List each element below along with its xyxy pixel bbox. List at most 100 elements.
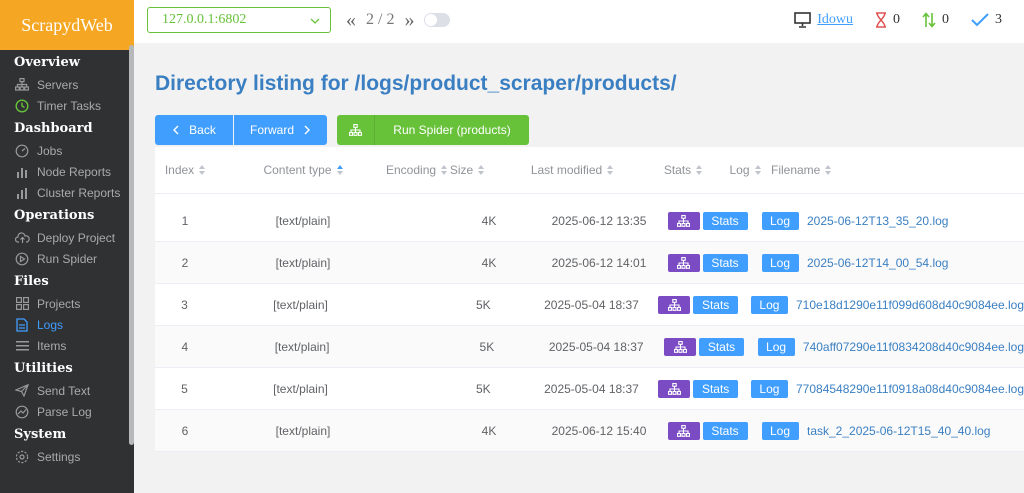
cell-last-modified: 2025-05-04 18:37 xyxy=(548,339,644,354)
header-label: Last modified xyxy=(530,163,603,177)
header-label: Filename xyxy=(771,163,821,177)
sidebar-item-label: Logs xyxy=(37,317,64,332)
sitemap-icon xyxy=(667,298,681,311)
stats-button[interactable]: Stats xyxy=(693,379,739,398)
sidebar-item-projects[interactable]: Projects xyxy=(0,293,134,314)
back-button[interactable]: Back xyxy=(155,115,233,145)
cell-stats: Stats xyxy=(660,421,755,440)
sidebar-group-dashboard: Dashboard xyxy=(14,121,93,136)
sidebar-item-label: Jobs xyxy=(37,143,63,158)
sidebar-item-label: Node Reports xyxy=(37,164,112,179)
prev-node-button[interactable]: « xyxy=(346,10,356,30)
sidebar-scrollbar[interactable] xyxy=(129,45,134,445)
column-header-stats[interactable]: Stats xyxy=(647,163,719,177)
cell-last-modified: 2025-06-12 13:35 xyxy=(551,213,647,228)
cell-filename: 710e18d1290e11f099d608d40c9084ee.log xyxy=(794,298,1024,312)
sidebar-item-label: Settings xyxy=(37,449,81,464)
sidebar-item-timer-tasks[interactable]: Timer Tasks xyxy=(0,95,134,116)
log-button[interactable]: Log xyxy=(757,337,795,356)
header-label: Stats xyxy=(663,163,692,177)
stats-graph-button[interactable] xyxy=(667,253,700,272)
running-status[interactable]: 0 xyxy=(922,12,949,28)
stats-graph-button[interactable] xyxy=(667,421,700,440)
table-row: 1 [text/plain] 4K 2025-06-12 13:35 Stats… xyxy=(155,200,1024,242)
sidebar-item-jobs[interactable]: Jobs xyxy=(0,140,134,161)
cell-index: 2 xyxy=(181,255,189,270)
column-header-filename[interactable]: Filename xyxy=(771,163,1024,177)
node-count: 2 / 2 xyxy=(366,11,395,28)
stats-button[interactable]: Stats xyxy=(693,295,739,314)
finished-status[interactable]: 3 xyxy=(971,12,1002,28)
cell-last-modified: 2025-06-12 14:01 xyxy=(551,255,647,270)
multinode-toggle[interactable] xyxy=(424,13,451,27)
column-header-log[interactable]: Log xyxy=(719,163,771,177)
node-select-value: 127.0.0.1:6802 xyxy=(162,12,247,27)
log-button[interactable]: Log xyxy=(761,253,799,272)
sidebar-item-parse-log[interactable]: Parse Log xyxy=(0,401,134,422)
sidebar-item-run-spider[interactable]: Run Spider xyxy=(0,248,134,269)
stats-graph-button[interactable] xyxy=(667,211,700,230)
column-header-index[interactable]: Index xyxy=(155,163,215,177)
cell-stats: Stats xyxy=(651,379,744,398)
sidebar-item-cluster-reports[interactable]: Cluster Reports xyxy=(0,182,134,203)
stats-graph-button[interactable] xyxy=(664,337,697,356)
header-label: Log xyxy=(729,163,750,177)
filename-link[interactable]: 740aff07290e11f0834208d40c9084ee.log xyxy=(803,340,1024,354)
pending-status[interactable]: 0 xyxy=(875,12,900,28)
run-spider-button[interactable]: Run Spider (products) xyxy=(375,115,529,145)
log-button[interactable]: Log xyxy=(761,421,799,440)
sidebar-item-node-reports[interactable]: Node Reports xyxy=(0,161,134,182)
sidebar-item-settings[interactable]: Settings xyxy=(0,446,134,467)
next-node-button[interactable]: » xyxy=(404,10,414,30)
chart-line-icon xyxy=(14,405,30,419)
chevron-left-icon xyxy=(173,125,179,135)
log-button[interactable]: Log xyxy=(761,211,799,230)
sort-icon xyxy=(199,165,206,175)
stats-button[interactable]: Stats xyxy=(702,211,748,230)
log-button[interactable]: Log xyxy=(750,379,788,398)
gear-icon xyxy=(14,450,30,464)
user-link[interactable]: Idowu xyxy=(817,12,853,28)
cell-filename: task_2_2025-06-12T15_40_40.log xyxy=(805,424,1024,438)
filename-link[interactable]: 710e18d1290e11f099d608d40c9084ee.log xyxy=(796,298,1024,312)
app-logo[interactable]: ScrapydWeb xyxy=(0,0,134,50)
document-icon xyxy=(14,317,30,332)
cell-filename: 77084548290e11f0918a08d40c9084ee.log xyxy=(794,382,1024,396)
sidebar-item-servers[interactable]: Servers xyxy=(0,74,134,95)
sidebar-item-deploy-project[interactable]: Deploy Project xyxy=(0,227,134,248)
column-header-last-modified[interactable]: Last modified xyxy=(497,163,647,177)
bar-chart-icon xyxy=(14,186,30,200)
stats-graph-button[interactable] xyxy=(658,295,691,314)
app-title: ScrapydWeb xyxy=(21,14,113,35)
monitor-icon xyxy=(794,12,812,28)
log-button[interactable]: Log xyxy=(750,295,788,314)
filename-link[interactable]: task_2_2025-06-12T15_40_40.log xyxy=(807,424,990,438)
filename-link[interactable]: 77084548290e11f0918a08d40c9084ee.log xyxy=(796,382,1024,396)
forward-button[interactable]: Forward xyxy=(234,115,327,145)
column-header-size[interactable]: Size xyxy=(437,163,497,177)
status-bar: Idowu 0 0 3 xyxy=(794,12,1024,28)
timer-icon xyxy=(14,98,30,113)
sidebar-item-label: Items xyxy=(37,338,67,353)
cell-content-type: [text/plain] xyxy=(275,255,331,270)
cell-log: Log xyxy=(745,379,794,398)
check-icon xyxy=(971,13,989,27)
sidebar-item-logs[interactable]: Logs xyxy=(0,314,134,335)
cell-size: 5K xyxy=(476,381,491,396)
cell-size: 4K xyxy=(481,255,497,270)
topbar: 127.0.0.1:6802 « 2 / 2 » Idowu 0 0 3 xyxy=(134,0,1024,43)
filename-link[interactable]: 2025-06-12T14_00_54.log xyxy=(807,256,948,270)
node-select[interactable]: 127.0.0.1:6802 xyxy=(147,7,331,33)
sidebar-item-items[interactable]: Items xyxy=(0,335,134,356)
cell-size: 4K xyxy=(481,423,497,438)
stats-button[interactable]: Stats xyxy=(699,337,745,356)
stats-graph-button[interactable] xyxy=(658,379,691,398)
filename-link[interactable]: 2025-06-12T13_35_20.log xyxy=(807,214,948,228)
pending-count: 0 xyxy=(893,12,900,27)
run-spider-icon-button[interactable] xyxy=(337,115,375,145)
column-header-content-type[interactable]: Content type xyxy=(215,163,391,177)
stats-button[interactable]: Stats xyxy=(702,421,748,440)
sidebar-item-send-text[interactable]: Send Text xyxy=(0,380,134,401)
stats-button[interactable]: Stats xyxy=(702,253,748,272)
forward-button-label: Forward xyxy=(249,123,294,137)
